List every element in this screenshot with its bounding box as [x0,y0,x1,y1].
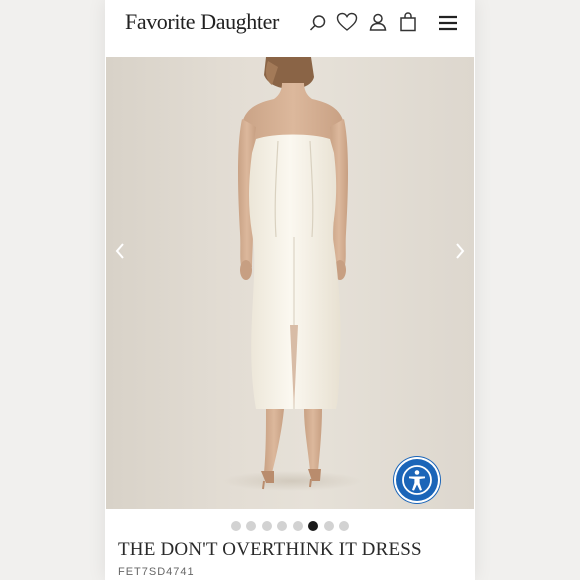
chevron-right-icon[interactable] [448,239,472,263]
accessibility-button[interactable] [396,459,438,501]
gallery-pagination [105,521,475,533]
phone-frame: Favorite Daughter THE DON'T OVERTHINK IT… [105,0,475,580]
product-sku: FET7SD4741 [118,566,195,578]
menu-icon[interactable] [438,14,458,32]
pagination-dot[interactable] [230,521,241,531]
pagination-dot[interactable] [292,521,303,531]
pagination-dot[interactable] [261,521,272,531]
pagination-dot[interactable] [323,521,334,531]
product-title: THE DON'T OVERTHINK IT DRESS [118,539,422,560]
product-image-gallery[interactable] [106,57,474,509]
pagination-dot[interactable] [277,521,288,531]
user-icon[interactable] [369,13,387,31]
pagination-dot[interactable] [308,521,319,531]
product-photo [222,57,362,491]
search-icon[interactable] [309,14,327,32]
accessibility-icon [402,465,432,495]
pagination-dot[interactable] [246,521,257,531]
brand-logo[interactable]: Favorite Daughter [125,9,279,35]
bag-icon[interactable] [399,12,417,32]
heart-icon[interactable] [336,12,358,32]
chevron-left-icon[interactable] [108,239,132,263]
site-header: Favorite Daughter [105,0,475,52]
pagination-dot[interactable] [339,521,350,531]
